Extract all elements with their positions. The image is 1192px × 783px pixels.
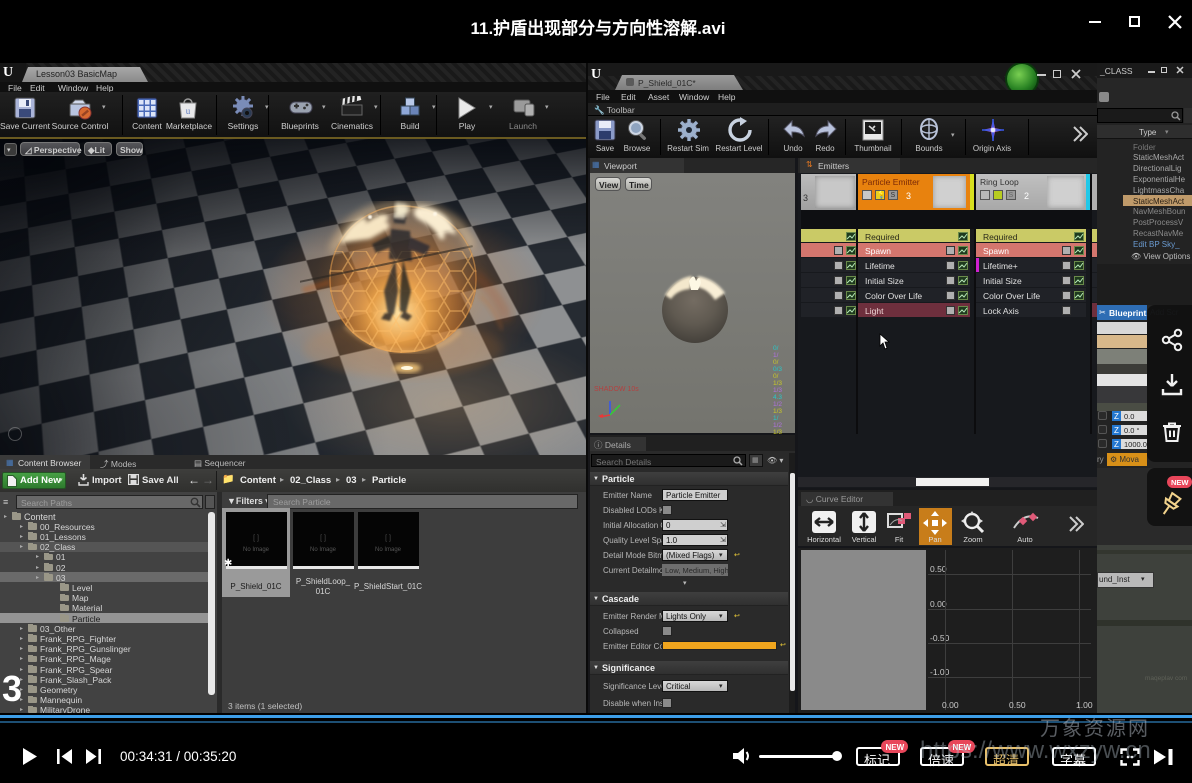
svg-text:u: u [186,106,191,116]
